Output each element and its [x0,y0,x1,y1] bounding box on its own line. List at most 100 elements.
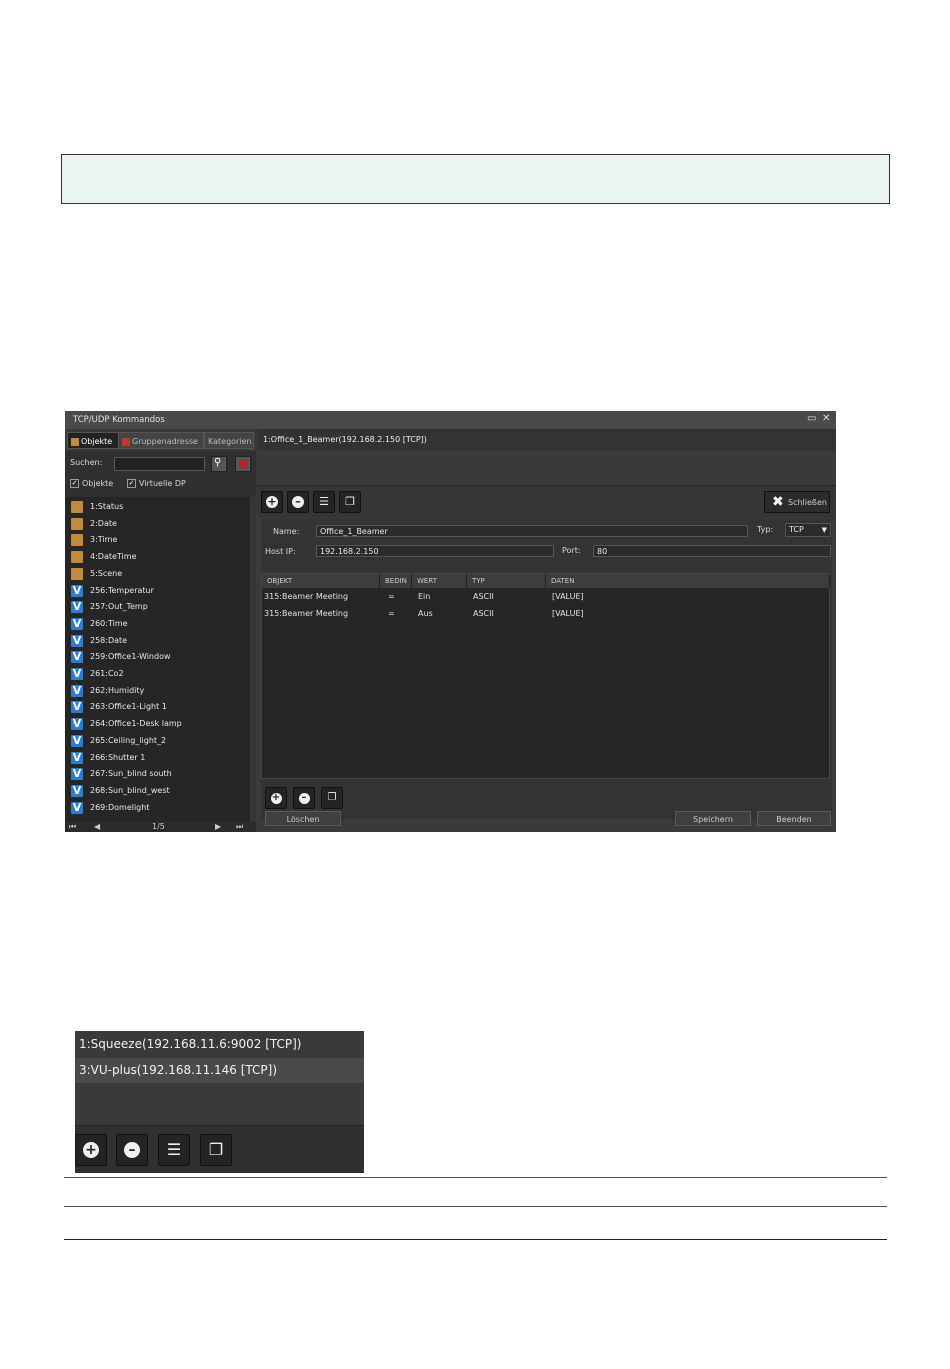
list-item[interactable]: V 265:Ceiling_light_2 [68,733,248,749]
tab-objekte[interactable]: Objekte [67,432,119,449]
list-view-button[interactable]: ☰ [313,491,335,513]
tab-gruppenadresse[interactable]: Gruppenadresse [118,432,204,449]
type-select[interactable]: TCP ▼ [785,523,831,537]
add-row-button[interactable]: + [265,787,287,809]
port-label: Port: [562,546,581,555]
v-icon: V [71,733,83,747]
restore-icon[interactable]: ▭ [807,413,816,424]
list-item-label: 265:Ceiling_light_2 [90,735,167,745]
list-item[interactable]: 5:Scene [68,566,248,582]
splitter-handle[interactable] [250,497,256,822]
v-icon: V [71,600,83,614]
list-item[interactable]: V 257:Out_Temp [68,599,248,615]
save-button[interactable]: Speichern [675,811,751,826]
list-item[interactable]: V 264:Office1-Desk lamp [68,716,248,732]
cell-daten: [VALUE] [552,592,584,601]
cell-objekt: 315:Beamer Meeting [264,592,349,601]
list-item[interactable]: V 260:Time [68,616,248,632]
pager: ⏮ ◀ 1/5 ▶ ⏭ [65,822,256,832]
close-x-icon: ✖ [772,494,784,510]
list-item-label: 261:Co2 [90,669,124,678]
selected-command-row[interactable]: 1:Office_1_Beamer(192.168.2.150 [TCP]) [257,429,836,451]
list-item[interactable]: V 269:Domelight [68,800,248,816]
list-item-label: 256:Temperatur [90,585,154,595]
list-item[interactable]: V 263:Office1-Light 1 [68,699,248,715]
list-view-button[interactable]: ☰ [158,1134,190,1166]
search-input[interactable] [114,457,205,471]
host-ip-field[interactable]: 192.168.2.150 [316,545,554,557]
list-item[interactable]: 1:Squeeze(192.168.11.6:9002 [TCP]) [75,1032,364,1057]
first-page-icon[interactable]: ⏮ [69,822,76,832]
col-daten[interactable]: DATEN [546,574,830,588]
clear-search-button[interactable] [235,456,251,472]
col-bedin[interactable]: BEDIN [380,574,412,588]
box-icon [71,551,83,564]
remove-button[interactable]: – [116,1134,148,1166]
list-item[interactable]: V 259:Office1-Window [68,649,248,665]
cell-wert: Aus [418,609,433,618]
remove-row-button[interactable]: – [293,787,315,809]
list-item[interactable]: V 261:Co2 [68,666,248,682]
next-page-icon[interactable]: ▶ [215,822,221,831]
finish-button[interactable]: Beenden [757,811,831,826]
list-item[interactable]: V 258:Date [68,633,248,649]
col-wert[interactable]: WERT [412,574,467,588]
list-item-label: 259:Office1-Window [90,652,171,662]
divider [64,1177,887,1178]
close-panel-button[interactable]: ✖ Schließen [764,491,830,513]
delete-button[interactable]: Löschen [265,811,341,826]
v-icon: V [71,700,83,714]
remove-command-button[interactable]: – [287,491,309,513]
tab-kategorien-label: Kategorien [208,437,252,446]
copy-command-button[interactable]: ❐ [339,491,361,513]
tab-kategorien[interactable]: Kategorien [204,432,254,449]
col-typ[interactable]: TYP [467,574,546,588]
check-virtuelle-dp[interactable]: ✓ Virtuelle DP [127,479,186,488]
copy-icon: ❐ [345,495,355,508]
search-button[interactable]: ⚲ [211,456,227,472]
prev-page-icon[interactable]: ◀ [94,822,100,831]
v-icon: V [71,800,83,814]
list-item[interactable]: 4:DateTime [68,549,248,565]
box-icon [71,567,83,580]
tab-bar: Objekte Gruppenadresse Kategorien [65,429,256,451]
list-item[interactable]: V 256:Temperatur [68,583,248,599]
list-item-label: 269:Domelight [90,802,150,812]
list-item-label: 267:Sun_blind south [90,769,172,779]
add-command-button[interactable]: + [261,491,283,513]
plus-icon: + [271,792,281,803]
list-item[interactable]: 1:Status [68,499,248,515]
list-item[interactable]: V 262:Humidity [68,683,248,699]
list-item-label: 266:Shutter 1 [90,752,146,762]
close-icon[interactable]: ✕ [822,413,830,424]
list-item[interactable]: V 266:Shutter 1 [68,750,248,766]
list-item[interactable]: 3:Time [68,532,248,548]
cell-typ: ASCII [473,609,494,618]
last-page-icon[interactable]: ⏭ [236,822,243,832]
list-item[interactable]: V 268:Sun_blind_west [68,783,248,799]
copy-row-button[interactable]: ❐ [321,787,343,809]
list-item[interactable]: 2:Date [68,516,248,532]
tab-gruppenadresse-label: Gruppenadresse [132,437,198,446]
list-item-label: 260:Time [90,618,128,628]
minus-icon: – [128,1142,136,1158]
check-objekte[interactable]: ✓ Objekte [70,479,113,488]
v-icon: V [71,650,83,664]
v-icon: V [71,717,83,731]
list-item-label: 264:Office1-Desk lamp [90,719,182,729]
list-item[interactable]: V 267:Sun_blind south [68,766,248,782]
list-item[interactable]: 3:VU-plus(192.168.11.146 [TCP]) [75,1058,364,1083]
type-select-value: TCP [789,525,804,534]
divider [64,1239,887,1240]
copy-button[interactable]: ❐ [200,1134,232,1166]
col-objekt[interactable]: OBJEKT [262,574,380,588]
chevron-down-icon: ▼ [821,526,827,534]
cell-objekt: 315:Beamer Meeting [264,609,349,618]
cell-daten: [VALUE] [552,609,584,618]
port-field[interactable]: 80 [593,545,831,557]
list-item-label: 258:Date [90,635,128,645]
name-label: Name: [273,527,300,536]
add-button[interactable]: + [75,1134,107,1166]
name-field[interactable]: Office_1_Beamer [316,525,748,537]
list-icon: ☰ [166,1140,182,1159]
